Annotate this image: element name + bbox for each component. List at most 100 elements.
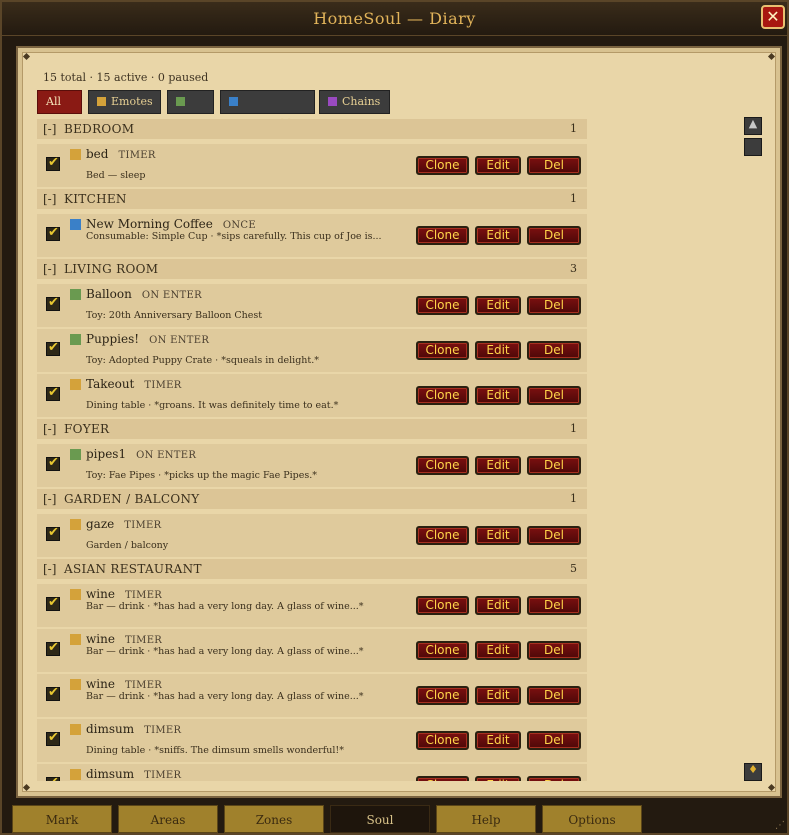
enabled-checkbox[interactable]: ✔ [46, 595, 60, 611]
trigger-label: TIMER [144, 770, 182, 781]
tab-areas[interactable]: Areas [118, 805, 218, 833]
edit-button[interactable]: Edit [475, 776, 521, 781]
entry-list[interactable]: [-] BEDROOM 1 ✔ bed TIMER Bed — sleep Clone Edit… [37, 119, 587, 781]
edit-button[interactable]: Edit [475, 456, 521, 475]
delete-button[interactable]: Del [527, 641, 581, 660]
delete-button[interactable]: Del [527, 526, 581, 545]
section-header[interactable]: [-] LIVING ROOM 3 [37, 259, 587, 279]
clone-button[interactable]: Clone [416, 641, 469, 660]
edit-button[interactable]: Edit [475, 156, 521, 175]
clone-button[interactable]: Clone [416, 526, 469, 545]
edit-button[interactable]: Edit [475, 596, 521, 615]
enabled-checkbox[interactable]: ✔ [46, 385, 60, 401]
item-name-text: gaze [86, 517, 115, 531]
checkmark-icon: ✔ [48, 525, 59, 540]
tab-options[interactable]: Options [542, 805, 642, 833]
edit-button[interactable]: Edit [475, 296, 521, 315]
edit-button[interactable]: Edit [475, 686, 521, 705]
collapse-toggle[interactable]: [-] [43, 259, 56, 279]
list-item: ✔ dimsum TIMER Dining table · *sniffs. The … [37, 719, 587, 762]
section-header[interactable]: [-] KITCHEN 1 [37, 189, 587, 209]
item-name: pipes1 ON ENTER [86, 447, 196, 461]
section-header[interactable]: [-] GARDEN / BALCONY 1 [37, 489, 587, 509]
edit-button[interactable]: Edit [475, 386, 521, 405]
item-name: Puppies! ON ENTER [86, 332, 209, 346]
enabled-checkbox[interactable]: ✔ [46, 730, 60, 746]
enabled-checkbox[interactable]: ✔ [46, 455, 60, 471]
edit-button[interactable]: Edit [475, 526, 521, 545]
clone-button[interactable]: Clone [416, 776, 469, 781]
filter-emotes[interactable]: Emotes [88, 90, 161, 114]
lightbulb-icon: ♦ [748, 763, 758, 776]
tab-mark[interactable]: Mark [12, 805, 112, 833]
enabled-checkbox[interactable]: ✔ [46, 225, 60, 241]
section-name: FOYER [64, 422, 110, 436]
enabled-checkbox[interactable]: ✔ [46, 525, 60, 541]
filter-consumables[interactable]: Consumables [220, 90, 315, 130]
tab-help[interactable]: Help [436, 805, 536, 833]
delete-button[interactable]: Del [527, 296, 581, 315]
side-button[interactable] [744, 138, 762, 156]
filter-chains[interactable]: Chains [319, 90, 390, 114]
type-color-icon [70, 289, 81, 300]
section-header[interactable]: [-] FOYER 1 [37, 419, 587, 439]
edit-button[interactable]: Edit [475, 731, 521, 750]
delete-button[interactable]: Del [527, 686, 581, 705]
clone-button[interactable]: Clone [416, 156, 469, 175]
type-color-icon [70, 589, 81, 600]
resize-grip-icon[interactable]: ⋰ [775, 820, 785, 831]
collapse-toggle[interactable]: [-] [43, 419, 56, 439]
clone-button[interactable]: Clone [416, 386, 469, 405]
section-count: 1 [570, 422, 577, 435]
scroll-top-button[interactable]: ▲ [744, 117, 762, 135]
clone-button[interactable]: Clone [416, 596, 469, 615]
item-description: Bed — sleep [86, 170, 146, 181]
filter-all[interactable]: All [37, 90, 82, 114]
collapse-toggle[interactable]: [-] [43, 189, 56, 209]
clone-button[interactable]: Clone [416, 731, 469, 750]
list-item: ✔ wine TIMER Bar — drink · *has had a very … [37, 584, 587, 627]
collapse-toggle[interactable]: [-] [43, 559, 56, 579]
title-bar[interactable]: HomeSoul — Diary ✕ [2, 2, 787, 36]
enabled-checkbox[interactable]: ✔ [46, 155, 60, 171]
section-header[interactable]: [-] BEDROOM 1 [37, 119, 587, 139]
tab-soul[interactable]: Soul [330, 805, 430, 833]
clone-button[interactable]: Clone [416, 686, 469, 705]
filter-toys[interactable]: Toys [167, 90, 214, 130]
delete-button[interactable]: Del [527, 386, 581, 405]
edit-button[interactable]: Edit [475, 341, 521, 360]
edit-button[interactable]: Edit [475, 641, 521, 660]
swatch-icon [328, 97, 337, 106]
lightbulb-button[interactable]: ♦ [744, 763, 762, 781]
item-description: Consumable: Simple Cup · *sips carefully… [86, 231, 382, 242]
edit-button[interactable]: Edit [475, 226, 521, 245]
clone-button[interactable]: Clone [416, 296, 469, 315]
clone-button[interactable]: Clone [416, 341, 469, 360]
delete-button[interactable]: Del [527, 731, 581, 750]
item-description: Toy: 20th Anniversary Balloon Chest [86, 310, 263, 321]
enabled-checkbox[interactable]: ✔ [46, 640, 60, 656]
item-name-text: Takeout [86, 377, 135, 391]
enabled-checkbox[interactable]: ✔ [46, 685, 60, 701]
clone-button[interactable]: Clone [416, 226, 469, 245]
item-name-text: dimsum [86, 767, 135, 781]
enabled-checkbox[interactable]: ✔ [46, 295, 60, 311]
close-icon[interactable]: ✕ [761, 5, 785, 29]
delete-button[interactable]: Del [527, 776, 581, 781]
collapse-toggle[interactable]: [-] [43, 489, 56, 509]
tab-zones[interactable]: Zones [224, 805, 324, 833]
enabled-checkbox[interactable]: ✔ [46, 340, 60, 356]
section-header[interactable]: [-] ASIAN RESTAURANT 5 [37, 559, 587, 579]
delete-button[interactable]: Del [527, 156, 581, 175]
delete-button[interactable]: Del [527, 456, 581, 475]
item-name: dimsum TIMER [86, 722, 181, 736]
delete-button[interactable]: Del [527, 596, 581, 615]
checkmark-icon: ✔ [48, 730, 59, 745]
item-name: bed TIMER [86, 147, 156, 161]
delete-button[interactable]: Del [527, 341, 581, 360]
clone-button[interactable]: Clone [416, 456, 469, 475]
enabled-checkbox[interactable]: ✔ [46, 775, 60, 781]
collapse-toggle[interactable]: [-] [43, 119, 56, 139]
section-name: GARDEN / BALCONY [64, 492, 200, 506]
delete-button[interactable]: Del [527, 226, 581, 245]
